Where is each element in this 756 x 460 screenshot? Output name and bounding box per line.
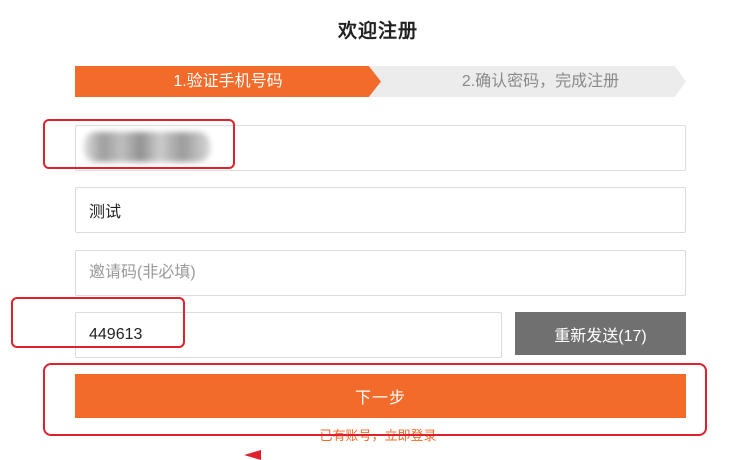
redacted-phone-number bbox=[84, 132, 210, 162]
name-input[interactable] bbox=[75, 187, 686, 233]
next-step-button[interactable]: 下一步 bbox=[75, 374, 686, 418]
step-verify-phone: 1.验证手机号码 bbox=[75, 66, 381, 97]
step-label: 2.确认密码，完成注册 bbox=[461, 73, 620, 90]
verification-code-input[interactable] bbox=[75, 312, 502, 358]
page-title: 欢迎注册 bbox=[337, 21, 418, 42]
invite-code-input[interactable] bbox=[75, 250, 686, 296]
step-confirm-password: 2.确认密码，完成注册 bbox=[363, 66, 686, 97]
step-progress: 1.验证手机号码 2.确认密码，完成注册 bbox=[75, 66, 686, 97]
step-label: 1.验证手机号码 bbox=[173, 73, 283, 90]
login-link[interactable]: 已有账号，立即登录 bbox=[0, 425, 756, 444]
resend-code-button[interactable]: 重新发送(17) bbox=[515, 312, 686, 355]
annotation-arrow-icon bbox=[244, 450, 261, 460]
